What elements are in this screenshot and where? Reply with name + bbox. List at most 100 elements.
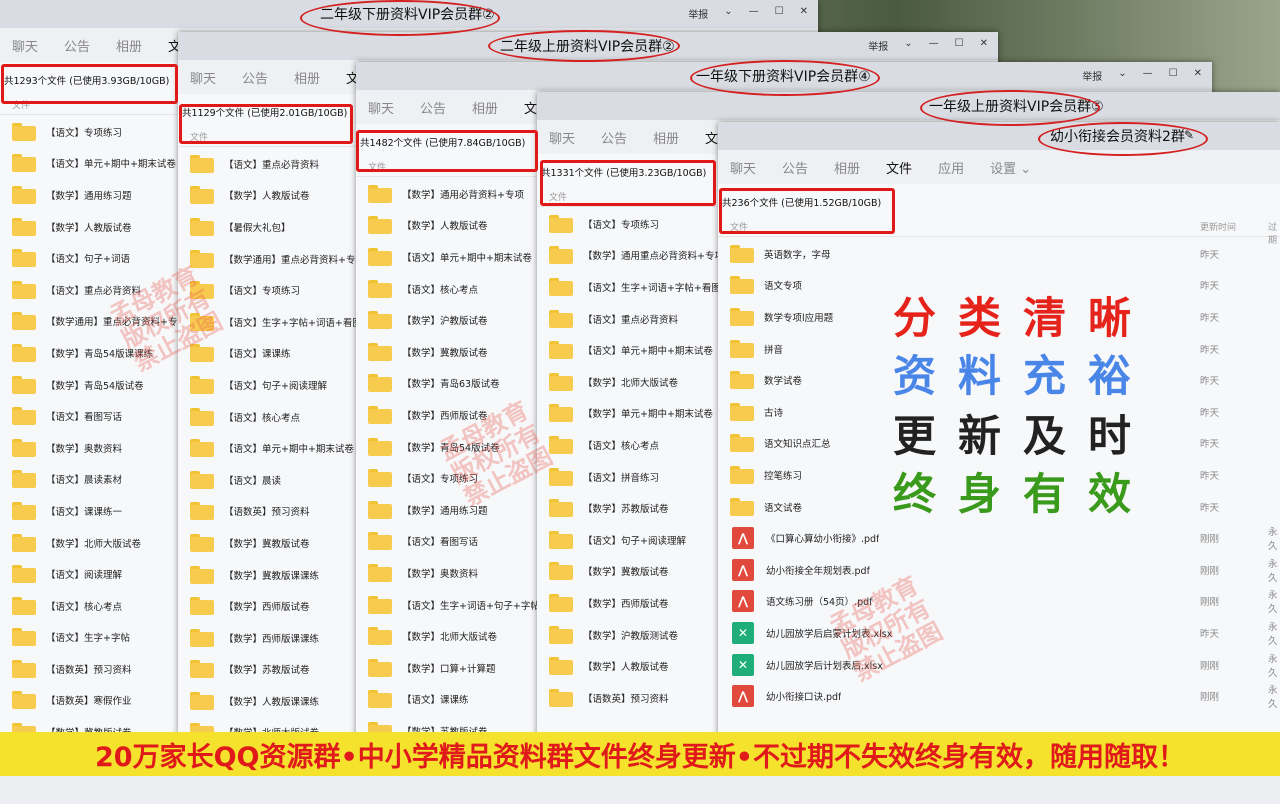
close-icon[interactable]: ✕	[980, 38, 988, 53]
file-name: 【语文】晨读	[224, 475, 282, 487]
stats-highlight-box	[719, 188, 895, 234]
tab-notice[interactable]: 公告	[230, 68, 268, 87]
maximize-icon[interactable]: ☐	[955, 38, 964, 53]
close-icon[interactable]: ✕	[800, 6, 808, 21]
folder-icon	[190, 628, 214, 647]
file-name: 数学试卷	[764, 376, 803, 388]
tab-album[interactable]: 相册	[282, 68, 320, 87]
close-icon[interactable]: ✕	[1194, 68, 1202, 83]
folder-icon	[12, 470, 36, 489]
expire-label: 永久	[1268, 621, 1278, 647]
file-name: 【语文】专项练习	[224, 286, 301, 298]
tab-chat[interactable]: 聊天	[0, 36, 38, 55]
tab-chat[interactable]: 聊天	[537, 128, 575, 147]
file-name: 语文试卷	[764, 502, 803, 514]
tab-album[interactable]: 相册	[104, 36, 142, 55]
title-bar[interactable]: 一年级上册资料VIP会员群⑤	[537, 92, 1280, 120]
minimize-icon[interactable]: —	[1143, 68, 1153, 83]
tab-album[interactable]: 相册	[460, 98, 498, 117]
folder-icon	[12, 407, 36, 426]
folder-icon	[12, 312, 36, 331]
folder-icon	[12, 596, 36, 615]
maximize-icon[interactable]: ☐	[775, 6, 784, 21]
file-name: 【数学】单元+期中+期末试卷	[583, 409, 713, 421]
tab-notice[interactable]: 公告	[52, 36, 90, 55]
tab-album[interactable]: 相册	[822, 158, 860, 177]
tab-notice[interactable]: 公告	[589, 128, 627, 147]
list-item[interactable]: 英语数字，字母 昨天	[718, 238, 1280, 270]
tab-chat[interactable]: 聊天	[356, 98, 394, 117]
folder-icon	[12, 501, 36, 520]
folder-icon	[549, 341, 573, 360]
folder-icon	[368, 374, 392, 393]
tab-chat[interactable]: 聊天	[178, 68, 216, 87]
file-name: 【数学】冀教版试卷	[402, 347, 488, 359]
tab-chat[interactable]: 聊天	[718, 158, 756, 177]
report-button[interactable]: 举报	[868, 38, 888, 53]
file-name: 拼音	[764, 344, 784, 356]
tab-album[interactable]: 相册	[641, 128, 679, 147]
file-name: 【数学】冀教版课课练	[224, 570, 320, 582]
folder-icon	[12, 122, 36, 141]
report-button[interactable]: 举报	[688, 6, 708, 21]
updated-time: 刚刚	[1200, 692, 1220, 704]
tab-notice[interactable]: 公告	[770, 158, 808, 177]
folder-icon	[190, 597, 214, 616]
list-item[interactable]: ⋀ 语文练习册（54页）.pdf 刚刚 永久	[718, 586, 1280, 618]
file-name: 【语文】核心考点	[402, 284, 479, 296]
folder-icon	[12, 343, 36, 362]
folder-icon	[190, 439, 214, 458]
updated-time: 昨天	[1200, 312, 1220, 324]
file-name: 【数学】人教版试卷	[224, 191, 310, 203]
list-item[interactable]: ✕ 幼儿园放学后计划表后.xlsx 刚刚 永久	[718, 649, 1280, 681]
updated-time: 刚刚	[1200, 660, 1220, 672]
file-name: 古诗	[764, 407, 784, 419]
folder-icon	[368, 690, 392, 709]
folder-icon	[190, 533, 214, 552]
stats-highlight-box	[540, 160, 716, 206]
folder-icon	[730, 276, 754, 295]
file-name: 【语文】核心考点	[224, 412, 301, 424]
list-item[interactable]: ✕ 幼儿园放学后启蒙计划表.xlsx 昨天 永久	[718, 617, 1280, 649]
tab-apps[interactable]: 应用	[926, 158, 964, 177]
file-name: 【语文】看图写话	[46, 412, 123, 424]
file-name: 【语数英】预习资料	[224, 507, 310, 519]
file-name: 【语文】晨读素材	[46, 475, 123, 487]
window-controls: 举报 ⌄ — ☐ ✕	[688, 6, 808, 21]
list-item[interactable]: ⋀ 幼小衔接口诀.pdf 刚刚 永久	[718, 680, 1280, 712]
folder-icon	[12, 249, 36, 268]
minimize-icon[interactable]: —	[929, 38, 939, 53]
report-button[interactable]: 举报	[1082, 68, 1102, 83]
tab-notice[interactable]: 公告	[408, 98, 446, 117]
file-name: 【数学】青岛63版试卷	[402, 379, 500, 391]
chevron-down-icon[interactable]: ⌄	[904, 38, 912, 53]
window-controls: 举报 ⌄ — ☐ ✕	[1082, 68, 1202, 83]
folder-icon	[549, 688, 573, 707]
file-name: 【语文】专项练习	[46, 127, 123, 139]
updated-time: 昨天	[1200, 407, 1220, 419]
file-name: 【数学通用】重点必背资料+专项	[224, 254, 365, 266]
folder-icon	[549, 309, 573, 328]
file-name: 【数学】奥数资料	[46, 443, 123, 455]
chevron-down-icon[interactable]: ⌄	[1118, 68, 1126, 83]
maximize-icon[interactable]: ☐	[1169, 68, 1178, 83]
folder-icon	[549, 593, 573, 612]
file-name: 数学专项l应用题	[764, 312, 834, 324]
tab-settings[interactable]: 设置 ⌄	[978, 158, 1031, 177]
file-name: 幼小衔接全年规划表.pdf	[766, 565, 870, 577]
expire-label: 永久	[1268, 685, 1278, 711]
folder-icon	[12, 691, 36, 710]
folder-icon	[12, 217, 36, 236]
file-name: 【数学】青岛54版试卷	[46, 380, 144, 392]
chevron-down-icon[interactable]: ⌄	[724, 6, 732, 21]
updated-col-label[interactable]: 更新时间	[1200, 220, 1236, 233]
folder-icon	[12, 565, 36, 584]
file-name: 【语文】句子+阅读理解	[583, 535, 686, 547]
list-item[interactable]: ⋀ 《口算心算幼小衔接》.pdf 刚刚 永久	[718, 522, 1280, 554]
tab-files[interactable]: 文件	[874, 158, 912, 177]
minimize-icon[interactable]: —	[749, 6, 759, 21]
file-name: 【语文】单元+期中+期末试卷	[583, 346, 713, 358]
folder-icon	[190, 217, 214, 236]
folder-icon	[12, 659, 36, 678]
list-item[interactable]: ⋀ 幼小衔接全年规划表.pdf 刚刚 永久	[718, 554, 1280, 586]
